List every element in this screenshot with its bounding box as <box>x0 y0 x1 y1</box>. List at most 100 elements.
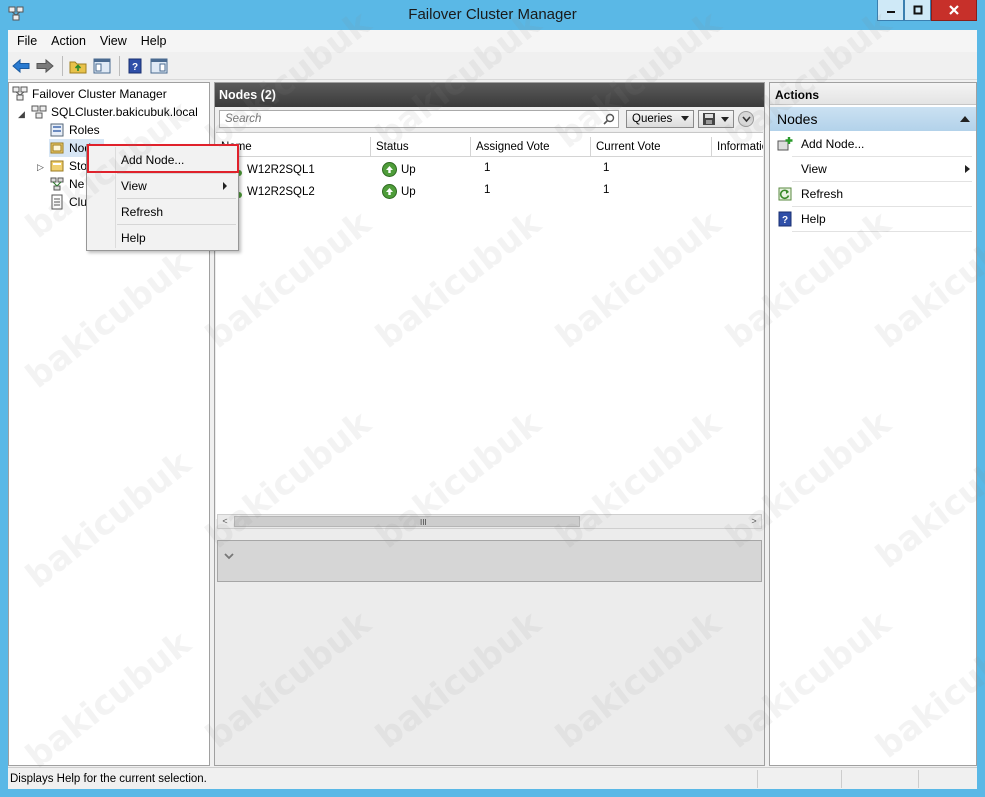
status-separator <box>841 770 842 788</box>
help-button[interactable]: ? <box>124 55 146 77</box>
action-label: View <box>801 162 827 176</box>
refresh-icon <box>778 187 792 201</box>
tree-item-roles[interactable]: Roles <box>49 121 100 139</box>
window-title: Failover Cluster Manager <box>408 6 577 23</box>
collapse-triangle-icon[interactable]: ◢ <box>18 109 25 120</box>
actions-section-nodes[interactable]: Nodes <box>770 107 976 131</box>
node-status: Up <box>401 185 416 198</box>
forward-arrow-icon <box>36 58 54 73</box>
save-query-button[interactable] <box>698 110 734 128</box>
forward-button[interactable] <box>34 55 56 77</box>
tree-item-failover-cluster-manager[interactable]: Failover Cluster Manager <box>12 85 167 103</box>
tree-item-storage[interactable]: Sto <box>49 157 87 175</box>
context-menu-view[interactable]: View <box>87 174 238 196</box>
toolbar-separator <box>62 55 63 76</box>
column-header-information[interactable]: Information <box>712 137 763 157</box>
save-disk-icon <box>703 113 715 125</box>
cluster-manager-icon <box>12 86 28 101</box>
queries-dropdown[interactable]: Queries <box>626 110 694 128</box>
node-assigned-vote: 1 <box>484 162 491 174</box>
title-bar[interactable]: Failover Cluster Manager <box>0 0 985 30</box>
search-input[interactable] <box>219 110 619 128</box>
status-text: Displays Help for the current selection. <box>10 773 207 785</box>
action-label: Add Node... <box>801 137 865 151</box>
menu-view[interactable]: View <box>93 31 134 51</box>
node-status: Up <box>401 163 416 176</box>
details-pane <box>217 540 762 582</box>
back-arrow-icon <box>12 58 30 73</box>
action-view[interactable]: View <box>770 158 976 180</box>
tree-label: Roles <box>69 123 100 137</box>
search-icon[interactable] <box>603 113 615 125</box>
nodes-icon <box>50 142 64 154</box>
main-window: Failover Cluster Manager File Action Vie… <box>0 0 985 797</box>
results-pane: Nodes (2) Queries Name <box>214 82 765 766</box>
status-separator <box>757 770 758 788</box>
collapse-icon[interactable] <box>960 116 970 122</box>
show-console-tree-button[interactable] <box>91 55 113 77</box>
column-header-name[interactable]: Name <box>216 137 371 157</box>
svg-text:?: ? <box>132 62 138 73</box>
status-bar: Displays Help for the current selection. <box>8 767 977 789</box>
node-current-vote: 1 <box>603 162 610 174</box>
node-assigned-vote: 1 <box>484 184 491 196</box>
chevron-down-icon <box>681 116 689 121</box>
scroll-left-icon[interactable]: < <box>218 515 232 528</box>
context-menu-help[interactable]: Help <box>87 226 238 248</box>
table-row[interactable]: W12R2SQL2 Up 1 1 <box>216 181 763 203</box>
maximize-button[interactable] <box>904 0 931 21</box>
nodes-table: Name Status Assigned Vote Current Vote I… <box>216 132 763 519</box>
networks-icon <box>50 177 64 191</box>
action-add-node[interactable]: Add Node... <box>770 133 976 155</box>
back-button[interactable] <box>10 55 32 77</box>
tree-item-cluster[interactable]: SQLCluster.bakicubuk.local <box>31 103 198 121</box>
menu-action[interactable]: Action <box>44 31 93 51</box>
queries-label: Queries <box>632 113 673 125</box>
show-action-pane-button[interactable] <box>148 55 170 77</box>
minimize-button[interactable] <box>877 0 904 21</box>
up-folder-button[interactable] <box>67 55 89 77</box>
column-header-status[interactable]: Status <box>371 137 471 157</box>
expand-search-button[interactable] <box>738 111 754 127</box>
scroll-thumb[interactable]: III <box>234 516 580 527</box>
chevron-down-icon <box>721 117 729 122</box>
search-bar: Queries <box>215 107 764 131</box>
column-header-assigned-vote[interactable]: Assigned Vote <box>471 137 591 157</box>
tree-label: SQLCluster.bakicubuk.local <box>51 105 198 119</box>
expand-triangle-icon[interactable]: ▷ <box>37 162 44 173</box>
menu-file[interactable]: File <box>10 31 44 51</box>
actions-section-label: Nodes <box>777 111 818 127</box>
chevron-down-icon[interactable] <box>224 553 234 561</box>
column-header-current-vote[interactable]: Current Vote <box>591 137 712 157</box>
node-name: W12R2SQL2 <box>247 186 315 198</box>
menu-bar: File Action View Help <box>8 30 977 52</box>
menu-help[interactable]: Help <box>134 31 174 51</box>
action-label: Help <box>801 212 826 226</box>
context-menu: Add Node... View Refresh Help <box>86 144 239 251</box>
action-help[interactable]: ? Help <box>770 208 976 230</box>
up-arrow-icon <box>382 162 397 177</box>
storage-icon <box>50 160 64 172</box>
table-header: Name Status Assigned Vote Current Vote I… <box>216 137 763 157</box>
console-tree-icon <box>93 58 111 73</box>
action-divider <box>792 181 972 182</box>
tree-item-networks[interactable]: Ne <box>49 175 84 193</box>
action-divider <box>792 156 972 157</box>
action-refresh[interactable]: Refresh <box>770 183 976 205</box>
tree-label: Ne <box>69 177 85 191</box>
horizontal-scrollbar[interactable]: < III > <box>217 514 762 529</box>
context-menu-refresh[interactable]: Refresh <box>87 200 238 222</box>
close-button[interactable] <box>931 0 977 21</box>
client-area: File Action View Help ? Failover Cluster… <box>8 30 977 789</box>
scroll-grip: III <box>420 518 427 527</box>
scroll-right-icon[interactable]: > <box>747 515 761 528</box>
close-icon <box>949 5 959 15</box>
table-row[interactable]: W12R2SQL1 Up 1 1 <box>216 159 763 181</box>
menu-separator <box>117 224 236 225</box>
cluster-events-icon <box>51 194 63 210</box>
up-arrow-icon <box>382 184 397 199</box>
action-divider <box>792 206 972 207</box>
toolbar: ? <box>8 52 977 80</box>
tree-item-cluster-events[interactable]: Clu <box>49 193 87 211</box>
svg-text:?: ? <box>782 215 788 226</box>
